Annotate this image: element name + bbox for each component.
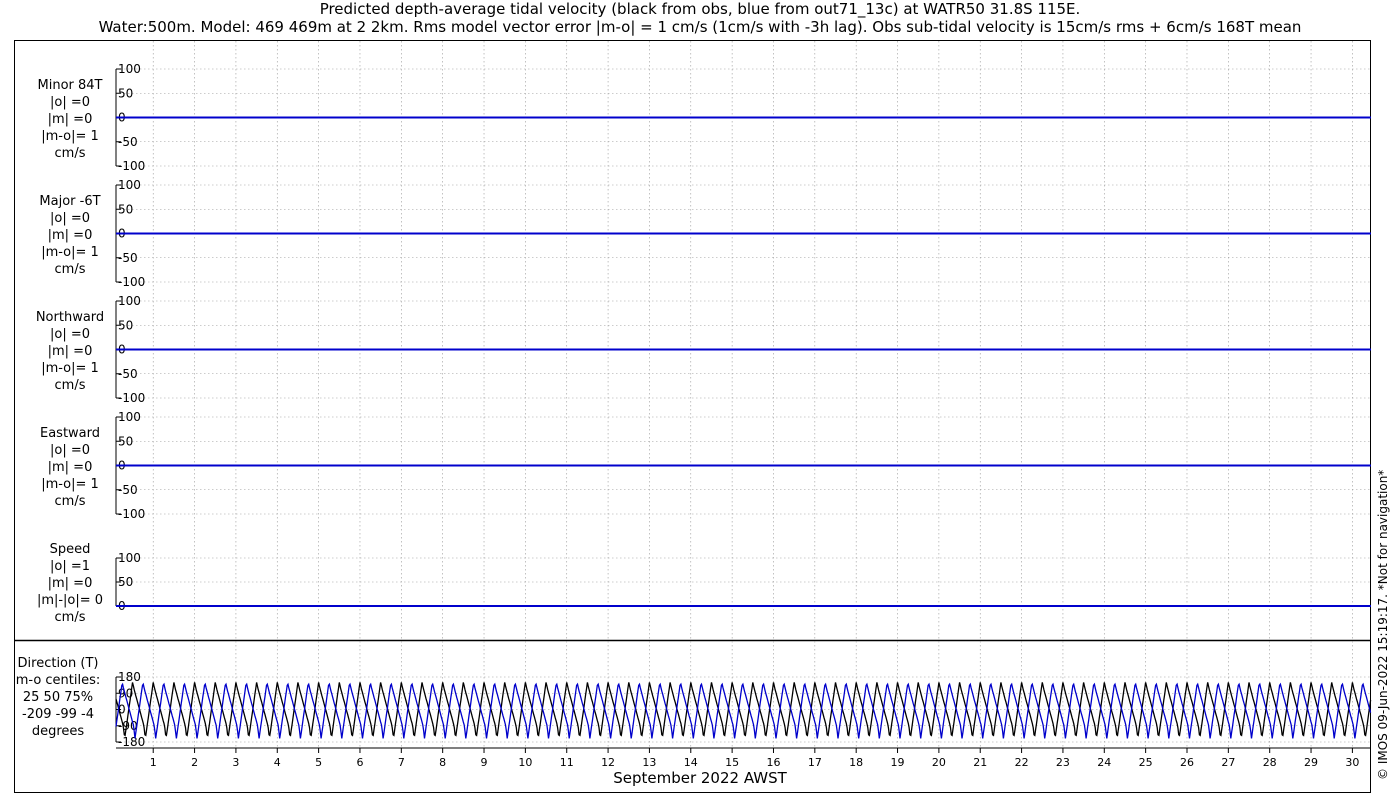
x-tick-label-day-10: 10 xyxy=(518,756,532,769)
direction-label-line-1: m-o centiles: xyxy=(16,673,101,688)
x-tick-label-day-27: 27 xyxy=(1221,756,1235,769)
copyright-notice: © IMOS 09-Jun-2022 15:19:17. *Not for na… xyxy=(1376,469,1390,780)
speed-label-line-0: Speed xyxy=(50,542,91,557)
x-tick-label-day-3: 3 xyxy=(232,756,239,769)
x-tick-label-day-26: 26 xyxy=(1180,756,1194,769)
direction-y-tick-label-0: 180 xyxy=(118,670,141,684)
x-tick-label-day-16: 16 xyxy=(766,756,780,769)
major-label-line-4: cm/s xyxy=(55,262,86,277)
x-tick-label-day-8: 8 xyxy=(439,756,446,769)
minor-y-tick-label-0: 100 xyxy=(118,62,141,76)
x-tick-label-day-18: 18 xyxy=(849,756,863,769)
x-tick-label-day-7: 7 xyxy=(398,756,405,769)
east-label-line-1: |o| =0 xyxy=(50,443,90,458)
x-tick-label-day-13: 13 xyxy=(642,756,656,769)
north-label-line-4: cm/s xyxy=(55,378,86,393)
plot-frame xyxy=(14,40,1371,793)
chart-area: 1 2 3 4 5 6 7 8 9 10 11 12 13 14 15 16 17 18 19 20 21 22 23 24 2… xyxy=(14,40,1372,793)
x-tick-label-day-2: 2 xyxy=(191,756,198,769)
speed-label-line-3: |m|-|o|= 0 xyxy=(37,593,103,608)
x-tick-label-day-17: 17 xyxy=(808,756,822,769)
direction-label-line-4: degrees xyxy=(32,724,85,739)
east-y-tick-label-0: 100 xyxy=(118,410,141,424)
x-tick-label-day-29: 29 xyxy=(1304,756,1318,769)
minor-label-line-2: |m| =0 xyxy=(48,112,93,127)
north-label-line-0: Northward xyxy=(36,310,104,325)
major-y-tick-label-0: 100 xyxy=(118,178,141,192)
minor-y-tick-label-3: -50 xyxy=(118,135,138,149)
minor-label-line-3: |m-o|= 1 xyxy=(41,129,99,144)
north-label-line-2: |m| =0 xyxy=(48,344,93,359)
x-tick-label-day-1: 1 xyxy=(150,756,157,769)
speed-label-line-4: cm/s xyxy=(55,610,86,625)
north-y-tick-label-3: -50 xyxy=(118,367,138,381)
x-tick-label-day-30: 30 xyxy=(1345,756,1359,769)
north-y-tick-label-1: 50 xyxy=(118,318,133,332)
x-tick-label-day-11: 11 xyxy=(560,756,574,769)
north-label-line-3: |m-o|= 1 xyxy=(41,361,99,376)
north-label-line-1: |o| =0 xyxy=(50,327,90,342)
direction-label-line-0: Direction (T) xyxy=(18,656,99,671)
speed-label-line-2: |m| =0 xyxy=(48,576,93,591)
north-y-tick-label-0: 100 xyxy=(118,294,141,308)
major-y-tick-label-4: -100 xyxy=(118,275,145,289)
x-tick-label-day-15: 15 xyxy=(725,756,739,769)
x-tick-label-day-9: 9 xyxy=(481,756,488,769)
minor-label-line-0: Minor 84T xyxy=(38,78,103,93)
minor-y-tick-label-4: -100 xyxy=(118,159,145,173)
east-label-line-2: |m| =0 xyxy=(48,460,93,475)
minor-label-line-4: cm/s xyxy=(55,146,86,161)
major-label-line-1: |o| =0 xyxy=(50,211,90,226)
east-label-line-4: cm/s xyxy=(55,494,86,509)
east-y-tick-label-3: -50 xyxy=(118,483,138,497)
x-tick-label-day-28: 28 xyxy=(1263,756,1277,769)
direction-y-tick-label-4: -180 xyxy=(118,735,145,749)
x-tick-label-day-23: 23 xyxy=(1056,756,1070,769)
x-tick-label-day-20: 20 xyxy=(932,756,946,769)
x-axis-label: September 2022 AWST xyxy=(613,769,787,787)
x-tick-label-day-21: 21 xyxy=(973,756,987,769)
x-tick-label-day-24: 24 xyxy=(1097,756,1111,769)
x-tick-label-day-19: 19 xyxy=(891,756,905,769)
x-tick-label-day-4: 4 xyxy=(274,756,281,769)
east-label-line-0: Eastward xyxy=(40,426,100,441)
major-label-line-3: |m-o|= 1 xyxy=(41,245,99,260)
minor-y-tick-label-1: 50 xyxy=(118,86,133,100)
major-label-line-2: |m| =0 xyxy=(48,228,93,243)
minor-label-line-1: |o| =0 xyxy=(50,95,90,110)
east-y-tick-label-4: -100 xyxy=(118,507,145,521)
x-tick-label-day-5: 5 xyxy=(315,756,322,769)
x-tick-label-day-14: 14 xyxy=(684,756,698,769)
east-label-line-3: |m-o|= 1 xyxy=(41,477,99,492)
major-y-tick-label-1: 50 xyxy=(118,202,133,216)
speed-y-tick-label-1: 50 xyxy=(118,575,133,589)
major-y-tick-label-3: -50 xyxy=(118,251,138,265)
x-tick-label-day-12: 12 xyxy=(601,756,615,769)
speed-y-tick-label-0: 100 xyxy=(118,551,141,565)
x-tick-label-day-22: 22 xyxy=(1015,756,1029,769)
direction-label-line-2: 25 50 75% xyxy=(23,690,93,705)
speed-label-line-1: |o| =1 xyxy=(50,559,90,574)
x-tick-label-day-25: 25 xyxy=(1139,756,1153,769)
east-y-tick-label-1: 50 xyxy=(118,434,133,448)
direction-label-line-3: -209 -99 -4 xyxy=(22,707,94,722)
major-label-line-0: Major -6T xyxy=(39,194,100,209)
x-tick-label-day-6: 6 xyxy=(356,756,363,769)
north-y-tick-label-4: -100 xyxy=(118,391,145,405)
